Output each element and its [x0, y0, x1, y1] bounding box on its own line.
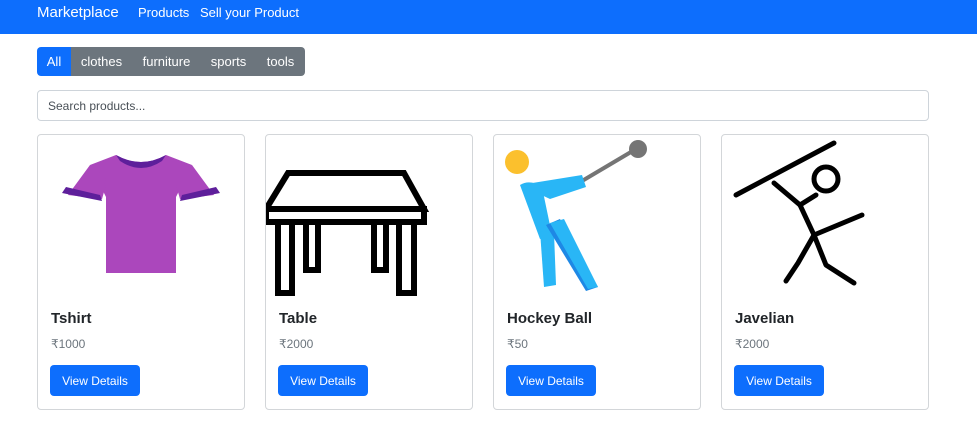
- javelin-thrower-icon: [733, 140, 865, 286]
- product-price: ₹1000: [51, 337, 86, 351]
- product-card: Tshirt ₹1000 View Details: [37, 134, 245, 410]
- product-name: Javelian: [735, 310, 795, 327]
- product-price: ₹50: [507, 337, 528, 351]
- product-name: Hockey Ball: [507, 310, 593, 327]
- category-all-button[interactable]: All: [37, 47, 71, 76]
- view-details-button[interactable]: View Details: [50, 365, 140, 396]
- navbar: Marketplace Products Sell your Product: [0, 0, 977, 34]
- product-card: Javelian ₹2000 View Details: [721, 134, 929, 410]
- product-price: ₹2000: [735, 337, 770, 351]
- tshirt-icon: [62, 155, 220, 273]
- product-name: Tshirt: [51, 310, 92, 327]
- category-clothes-button[interactable]: clothes: [71, 47, 132, 76]
- product-name: Table: [279, 310, 318, 327]
- hammer-throw-icon: [505, 140, 647, 291]
- view-details-button[interactable]: View Details: [506, 365, 596, 396]
- nav-link-products[interactable]: Products: [138, 5, 189, 20]
- category-sports-button[interactable]: sports: [201, 47, 256, 76]
- category-furniture-button[interactable]: furniture: [132, 47, 201, 76]
- view-details-button[interactable]: View Details: [278, 365, 368, 396]
- product-price: ₹2000: [279, 337, 314, 351]
- search-input[interactable]: [37, 90, 929, 121]
- brand-link[interactable]: Marketplace: [37, 4, 119, 21]
- product-card: Hockey Ball ₹50 View Details: [493, 134, 701, 410]
- product-card: Table ₹2000 View Details: [265, 134, 473, 410]
- category-filter: All clothes furniture sports tools: [37, 47, 305, 76]
- table-icon: [266, 170, 430, 296]
- nav-link-sell-product[interactable]: Sell your Product: [200, 5, 299, 20]
- view-details-button[interactable]: View Details: [734, 365, 824, 396]
- category-tools-button[interactable]: tools: [256, 47, 305, 76]
